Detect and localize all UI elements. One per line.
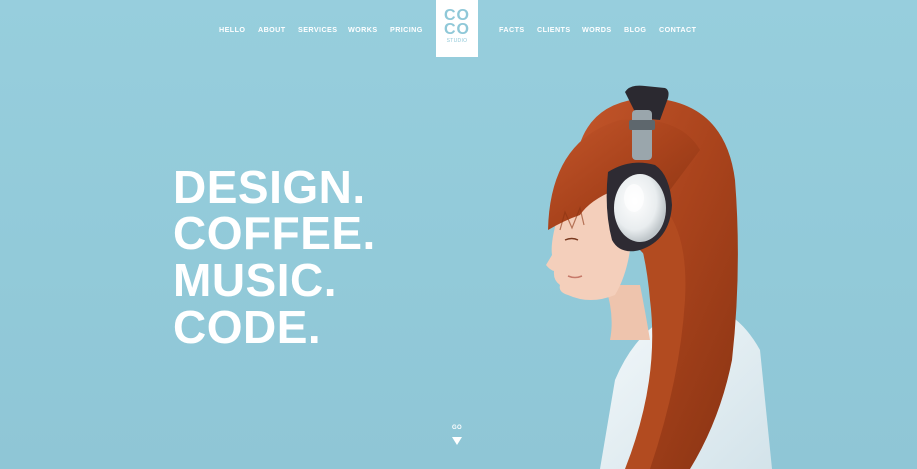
hero-line-coffee: COFFEE. bbox=[173, 207, 376, 259]
nav-link-contact[interactable]: CONTACT bbox=[659, 25, 696, 34]
logo-subtitle: STUDIO bbox=[446, 38, 468, 44]
nav-link-facts[interactable]: FACTS bbox=[499, 25, 525, 34]
hero-line-music: MUSIC. bbox=[173, 254, 337, 306]
go-label[interactable]: GO bbox=[452, 425, 462, 431]
nav-link-pricing[interactable]: PRICING bbox=[390, 25, 423, 34]
hero-line-code: CODE. bbox=[173, 301, 322, 353]
nav-link-hello[interactable]: HELLO bbox=[219, 25, 245, 34]
main-nav: HELLO ABOUT SERVICES WORKS PRICING CO CO… bbox=[0, 0, 917, 60]
page: HELLO ABOUT SERVICES WORKS PRICING CO CO… bbox=[0, 0, 917, 469]
logo-line-2: CO bbox=[444, 21, 470, 38]
hero-portrait-image bbox=[546, 85, 772, 469]
nav-link-words[interactable]: WORDS bbox=[582, 25, 612, 34]
logo-line-1: CO bbox=[444, 7, 470, 24]
nav-link-services[interactable]: SERVICES bbox=[298, 25, 337, 34]
nav-link-clients[interactable]: CLIENTS bbox=[537, 25, 571, 34]
hero-line-design: DESIGN. bbox=[173, 161, 366, 213]
nav-link-blog[interactable]: BLOG bbox=[624, 25, 646, 34]
logo[interactable]: CO CO STUDIO bbox=[436, 0, 478, 57]
nav-link-works[interactable]: WORKS bbox=[348, 25, 378, 34]
nav-link-about[interactable]: ABOUT bbox=[258, 25, 286, 34]
triangle-down-icon[interactable] bbox=[452, 437, 462, 445]
